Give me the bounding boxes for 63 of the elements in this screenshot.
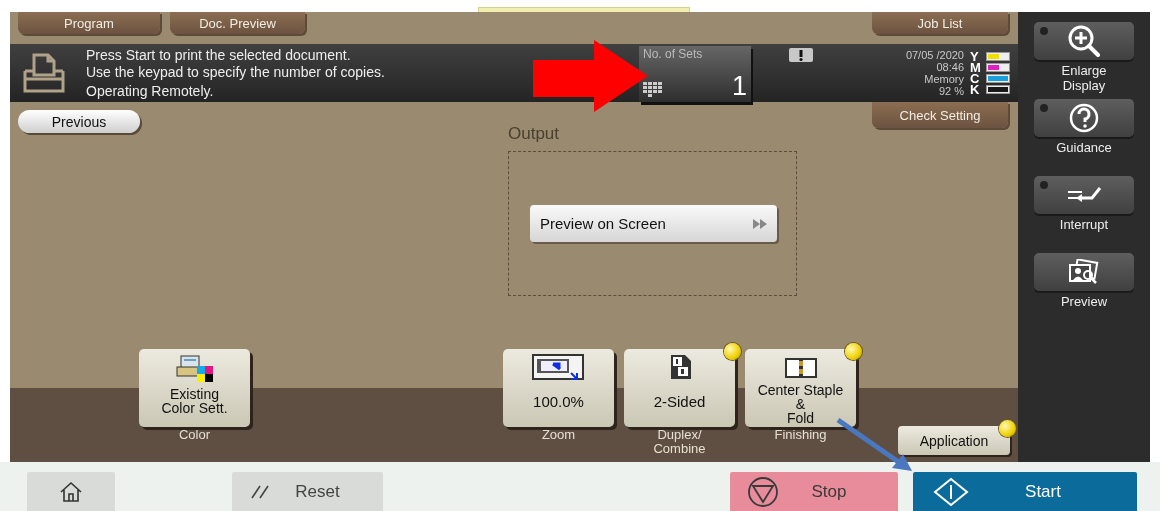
printer-icon [174, 353, 215, 383]
preview-button[interactable]: Preview on Screen [530, 205, 777, 242]
tray-icon [22, 53, 66, 93]
side-key-label: Interrupt [1059, 217, 1109, 232]
key-caption: Finishing [774, 428, 827, 442]
side-key[interactable] [1034, 99, 1134, 137]
function-key[interactable]: Center Staple & Fold [745, 349, 856, 427]
sets-counter[interactable]: No. of Sets 1 [639, 46, 751, 102]
start-icon [933, 476, 969, 507]
check-setting-tab[interactable]: Check Setting [872, 102, 1008, 128]
toner-letter: C [970, 73, 981, 84]
status-message: Operating Remotely. [86, 82, 215, 100]
memory-value: 92 % [938, 85, 964, 97]
function-key[interactable]: 2-Sided [624, 349, 735, 427]
side-key[interactable] [1034, 253, 1134, 291]
key-value: Existing Color Sett. [161, 387, 228, 415]
memory-label: Memory [924, 73, 964, 85]
status-message: Use the keypad to specify the number of copies. [86, 63, 386, 81]
toner-letter: M [970, 62, 982, 73]
toner-letter: Y [970, 51, 979, 62]
tab[interactable]: Doc. Preview [170, 12, 305, 34]
key-value: 2-Sided [653, 395, 706, 409]
key-value: 100.0% [533, 395, 584, 409]
previous-button[interactable]: Previous [18, 110, 140, 133]
sets-label: No. of Sets [643, 47, 704, 61]
button-label: Reset [294, 481, 341, 502]
key-caption: Duplex/ Combine [653, 428, 706, 456]
button-label: Stop [810, 481, 848, 502]
keypad-icon [643, 82, 663, 97]
double-slash-icon [250, 483, 272, 500]
status-message: Press Start to print the selected document. [86, 46, 352, 64]
alert-icon [789, 48, 813, 62]
zoom-in-icon [1067, 25, 1101, 57]
toner-letter: K [970, 84, 981, 95]
side-key[interactable] [1034, 22, 1134, 60]
tab[interactable]: Program [18, 12, 160, 34]
key-caption: Zoom [541, 428, 576, 442]
application-button[interactable]: Application [898, 426, 1010, 455]
key-value: Center Staple & Fold [757, 383, 844, 425]
date-text: 07/05 /2020 [905, 49, 964, 61]
side-key-label: Guidance [1056, 140, 1112, 155]
key-caption: Color [178, 428, 211, 442]
time-text: 08:46 [936, 61, 964, 73]
side-key-label: Enlarge Display [1061, 63, 1107, 93]
stop-icon [746, 475, 780, 508]
side-key[interactable] [1034, 176, 1134, 214]
fast-forward-icon [753, 218, 767, 229]
home-icon [59, 480, 83, 503]
start-button[interactable]: Start [913, 472, 1137, 511]
button-label: Start [1024, 481, 1062, 502]
job-list-tab[interactable]: Job List [872, 12, 1008, 34]
reset-button[interactable]: Reset [232, 472, 383, 511]
interrupt-icon [1066, 186, 1102, 204]
stop-button[interactable]: Stop [730, 472, 898, 511]
home-button[interactable] [27, 472, 115, 511]
help-icon [1069, 103, 1099, 133]
function-key[interactable]: Existing Color Sett. [139, 349, 250, 427]
zoom-icon [530, 353, 587, 383]
side-key-label: Preview [1060, 294, 1108, 309]
photo-search-icon [1068, 259, 1100, 285]
output-title: Output [508, 124, 560, 144]
sets-value: 1 [731, 71, 747, 101]
function-key[interactable]: 100.0% [503, 349, 614, 427]
